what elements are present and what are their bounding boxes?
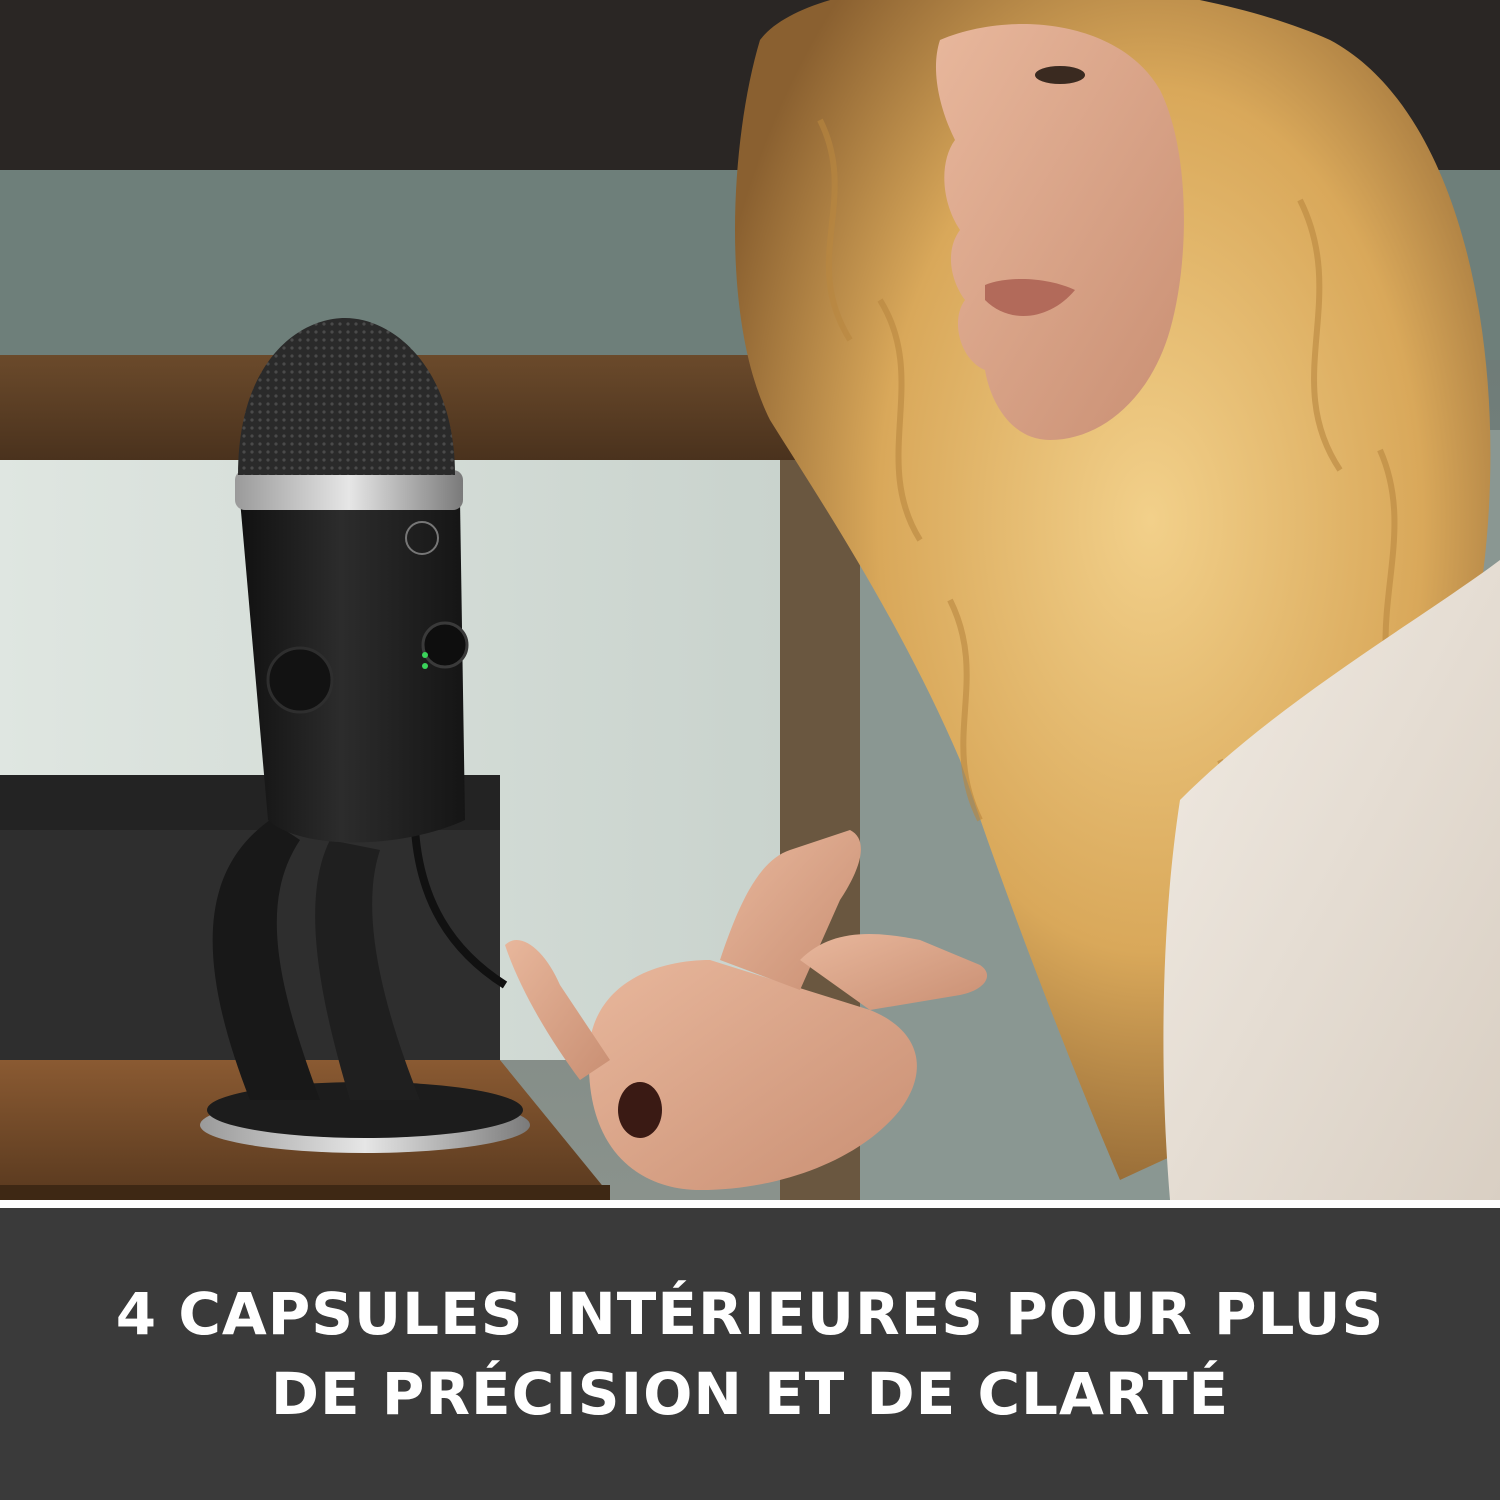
product-image: 4 CAPSULES INTÉRIEURES POUR PLUS DE PRÉC…: [0, 0, 1500, 1500]
caption-banner: 4 CAPSULES INTÉRIEURES POUR PLUS DE PRÉC…: [0, 1208, 1500, 1500]
caption-separator: [0, 1200, 1500, 1208]
caption-line-1: 4 CAPSULES INTÉRIEURES POUR PLUS: [115, 1280, 1385, 1348]
caption-line-2: DE PRÉCISION ET DE CLARTÉ: [270, 1360, 1230, 1428]
product-photo: [0, 0, 1500, 1200]
